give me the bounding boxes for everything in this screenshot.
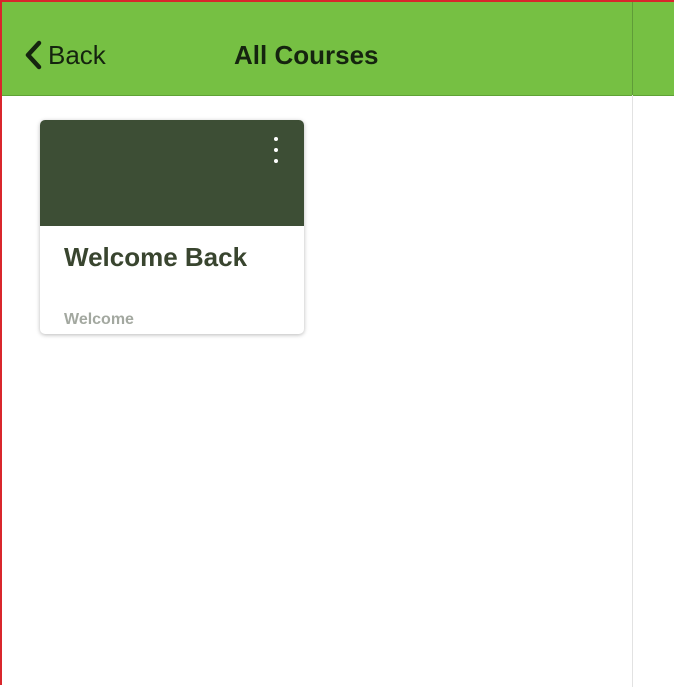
course-subtitle: Welcome: [64, 311, 134, 328]
back-button[interactable]: Back: [24, 37, 106, 73]
chevron-left-icon: [25, 40, 42, 70]
course-card[interactable]: Welcome Back Welcome: [40, 120, 304, 334]
more-vertical-icon[interactable]: [270, 137, 282, 163]
header-divider: [632, 2, 633, 95]
top-bar: Back All Courses: [2, 2, 674, 96]
content-divider: [632, 95, 633, 687]
course-title: Welcome Back: [64, 242, 248, 272]
app-window: Back All Courses Welcome Back Welcome: [0, 0, 674, 687]
course-card-banner: [40, 120, 304, 226]
back-label: Back: [48, 40, 106, 70]
page-title: All Courses: [234, 40, 379, 70]
